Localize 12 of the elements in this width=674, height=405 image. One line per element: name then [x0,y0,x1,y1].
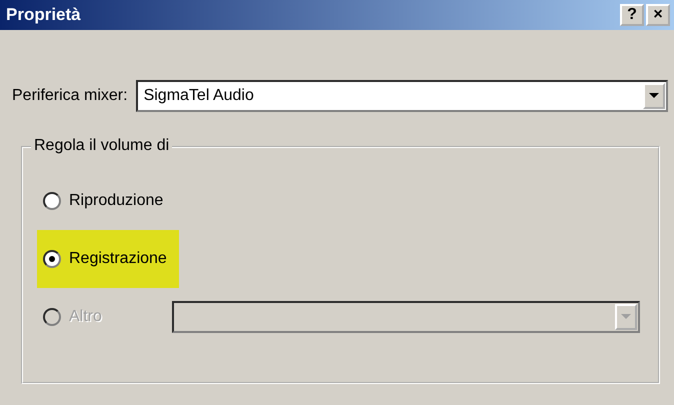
mixer-dropdown[interactable]: SigmaTel Audio [136,80,668,112]
group-legend: Regola il volume di [31,137,172,155]
close-button[interactable]: × [646,4,670,26]
radio-label: Registrazione [69,250,167,268]
help-button[interactable]: ? [620,4,644,26]
mixer-label: Periferica mixer: [12,87,128,105]
radio-option[interactable]: Riproduzione [37,172,176,230]
radio-button[interactable] [43,250,61,268]
window-title: Proprietà [6,5,81,25]
radio-label: Riproduzione [69,192,164,210]
highlighted-option[interactable]: Registrazione [37,230,179,288]
radio-button[interactable] [43,192,61,210]
